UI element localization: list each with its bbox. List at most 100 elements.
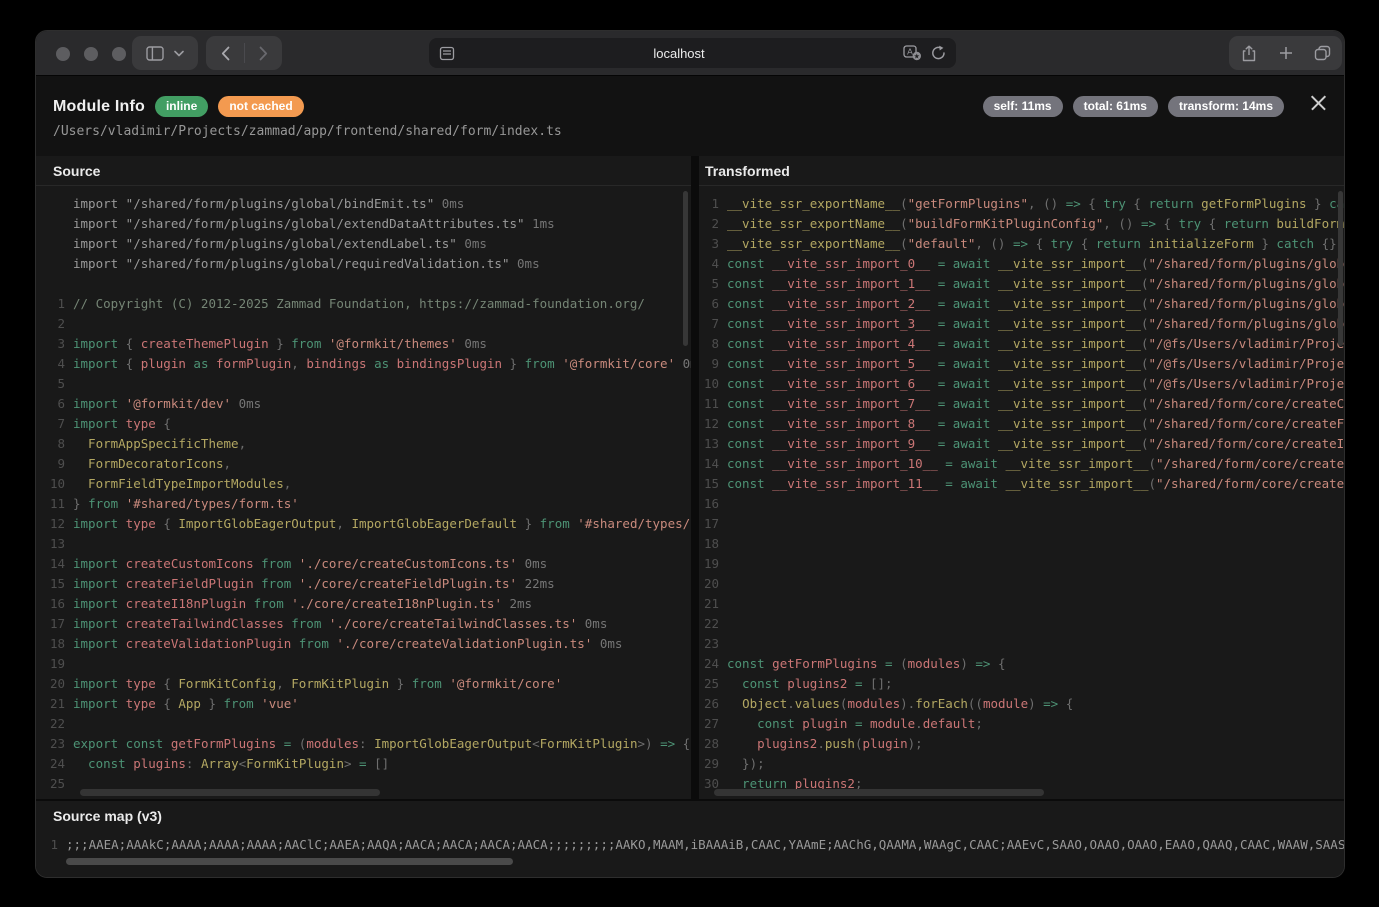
line-number: 7 xyxy=(699,314,719,334)
code-token: ( xyxy=(1148,476,1156,491)
address-bar[interactable]: localhost A ★ xyxy=(429,38,956,68)
code-token: => xyxy=(660,736,675,751)
code-token: } xyxy=(1307,196,1330,211)
code-token: ( xyxy=(855,736,863,751)
code-token: } xyxy=(517,516,540,531)
code-token: { xyxy=(156,516,179,531)
screen: localhost A ★ xyxy=(0,0,1379,907)
line-number: 15 xyxy=(699,474,719,494)
line-number: 12 xyxy=(699,414,719,434)
close-icon[interactable] xyxy=(1310,94,1328,112)
code-token: __vite_ssr_import_10__ xyxy=(765,456,938,471)
code-token: const xyxy=(727,276,765,291)
code-token: const xyxy=(727,336,765,351)
code-text xyxy=(719,574,727,594)
code-token: const xyxy=(727,296,765,311)
code-token: : xyxy=(186,756,201,771)
code-token: , xyxy=(224,456,232,471)
sourcemap-horizontal-scrollbar[interactable] xyxy=(66,858,513,865)
code-token: await xyxy=(953,296,991,311)
code-token: import "/shared/form/plugins/global/exte… xyxy=(73,236,457,251)
url-host: localhost xyxy=(455,46,903,61)
code-token: FormKitConfig xyxy=(178,676,276,691)
transformed-panel-title: Transformed xyxy=(699,156,1345,186)
code-text xyxy=(719,614,727,634)
code-token: __vite_ssr_import__ xyxy=(990,296,1141,311)
minimize-window-button[interactable] xyxy=(84,47,98,61)
transformed-horizontal-scrollbar[interactable] xyxy=(714,789,1044,796)
line-number: 23 xyxy=(36,734,65,754)
code-token: return xyxy=(1096,236,1141,251)
share-button[interactable] xyxy=(1230,45,1267,62)
code-token: import xyxy=(73,396,118,411)
close-window-button[interactable] xyxy=(56,47,70,61)
line-number: 13 xyxy=(699,434,719,454)
code-line: 27 const plugin = module.default; xyxy=(699,714,1345,734)
source-vertical-scrollbar[interactable] xyxy=(683,191,688,346)
code-token: as xyxy=(367,356,397,371)
code-text: const __vite_ssr_import_2__ = await __vi… xyxy=(719,294,1345,314)
line-number: 17 xyxy=(36,614,65,634)
line-number: 27 xyxy=(699,714,719,734)
code-token: []; xyxy=(870,676,893,691)
code-line: 17import createTailwindClasses from './c… xyxy=(36,614,691,634)
line-number: 1 xyxy=(699,194,719,214)
line-number: 3 xyxy=(36,334,65,354)
code-token: ; xyxy=(975,716,983,731)
code-token: = xyxy=(847,676,870,691)
code-text: import { createThemePlugin } from '@form… xyxy=(65,334,487,354)
line-number: 6 xyxy=(36,394,65,414)
line-number: 24 xyxy=(699,654,719,674)
code-text: __vite_ssr_exportName__("getFormPlugins"… xyxy=(719,194,1345,214)
code-token: return xyxy=(1224,216,1269,231)
new-tab-button[interactable] xyxy=(1267,46,1304,60)
line-number: 2 xyxy=(36,314,65,334)
code-token: getFormPlugins xyxy=(163,736,276,751)
code-line: 18 xyxy=(699,534,1345,554)
code-text: const __vite_ssr_import_6__ = await __vi… xyxy=(719,374,1345,394)
code-line: 14const __vite_ssr_import_10__ = await _… xyxy=(699,454,1345,474)
svg-text:★: ★ xyxy=(914,53,920,61)
forward-button[interactable] xyxy=(245,46,282,61)
code-token: : xyxy=(359,736,374,751)
reload-icon[interactable] xyxy=(931,45,946,61)
code-token: modules xyxy=(908,656,961,671)
code-token: 22ms xyxy=(517,576,555,591)
sourcemap-line: 1 ;;;AAEA;AAAkC;AAAA;AAAA;AAAA;AAClC;AAE… xyxy=(36,835,1345,855)
code-token: './core/createFieldPlugin.ts' xyxy=(291,576,517,591)
code-token: from xyxy=(540,516,570,531)
code-token: "/shared/form/core/createTailwindClasses… xyxy=(1156,456,1345,471)
source-code-area[interactable]: import "/shared/form/plugins/global/bind… xyxy=(36,187,691,799)
transformed-code-area[interactable]: 1__vite_ssr_exportName__("getFormPlugins… xyxy=(699,187,1345,799)
code-token: '@formkit/core' xyxy=(555,356,675,371)
code-token: = xyxy=(930,316,953,331)
code-line: 19 xyxy=(36,654,691,674)
code-token: => xyxy=(1066,196,1081,211)
tab-overview-button[interactable] xyxy=(1304,45,1341,61)
code-token: const xyxy=(727,656,765,671)
source-horizontal-scrollbar[interactable] xyxy=(80,789,380,796)
zoom-window-button[interactable] xyxy=(112,47,126,61)
code-text: plugins2.push(plugin); xyxy=(719,734,923,754)
translate-icon[interactable]: A ★ xyxy=(903,45,922,61)
back-button[interactable] xyxy=(207,46,244,61)
line-number xyxy=(36,234,65,254)
line-number: 24 xyxy=(36,754,65,774)
code-token: createCustomIcons xyxy=(118,556,253,571)
timing-badges: self: 11mstotal: 61mstransform: 14ms xyxy=(973,96,1284,117)
transformed-vertical-scrollbar[interactable] xyxy=(1338,191,1343,346)
code-token: "/shared/form/core/createI18nPlugin.ts" xyxy=(1148,436,1345,451)
sidebar-toggle-button[interactable] xyxy=(132,36,198,70)
code-token: => xyxy=(1043,696,1058,711)
code-token: = xyxy=(930,376,953,391)
code-token: import xyxy=(73,516,118,531)
code-token: __vite_ssr_import__ xyxy=(990,316,1141,331)
code-token: 0ms xyxy=(517,556,547,571)
code-text xyxy=(719,554,727,574)
code-text: export const getFormPlugins = (modules: … xyxy=(65,734,690,754)
code-token: }); xyxy=(727,756,765,771)
line-number: 16 xyxy=(699,494,719,514)
code-token: plugins xyxy=(126,756,186,771)
code-text: FormDecoratorIcons, xyxy=(65,454,231,474)
code-token: await xyxy=(960,476,998,491)
